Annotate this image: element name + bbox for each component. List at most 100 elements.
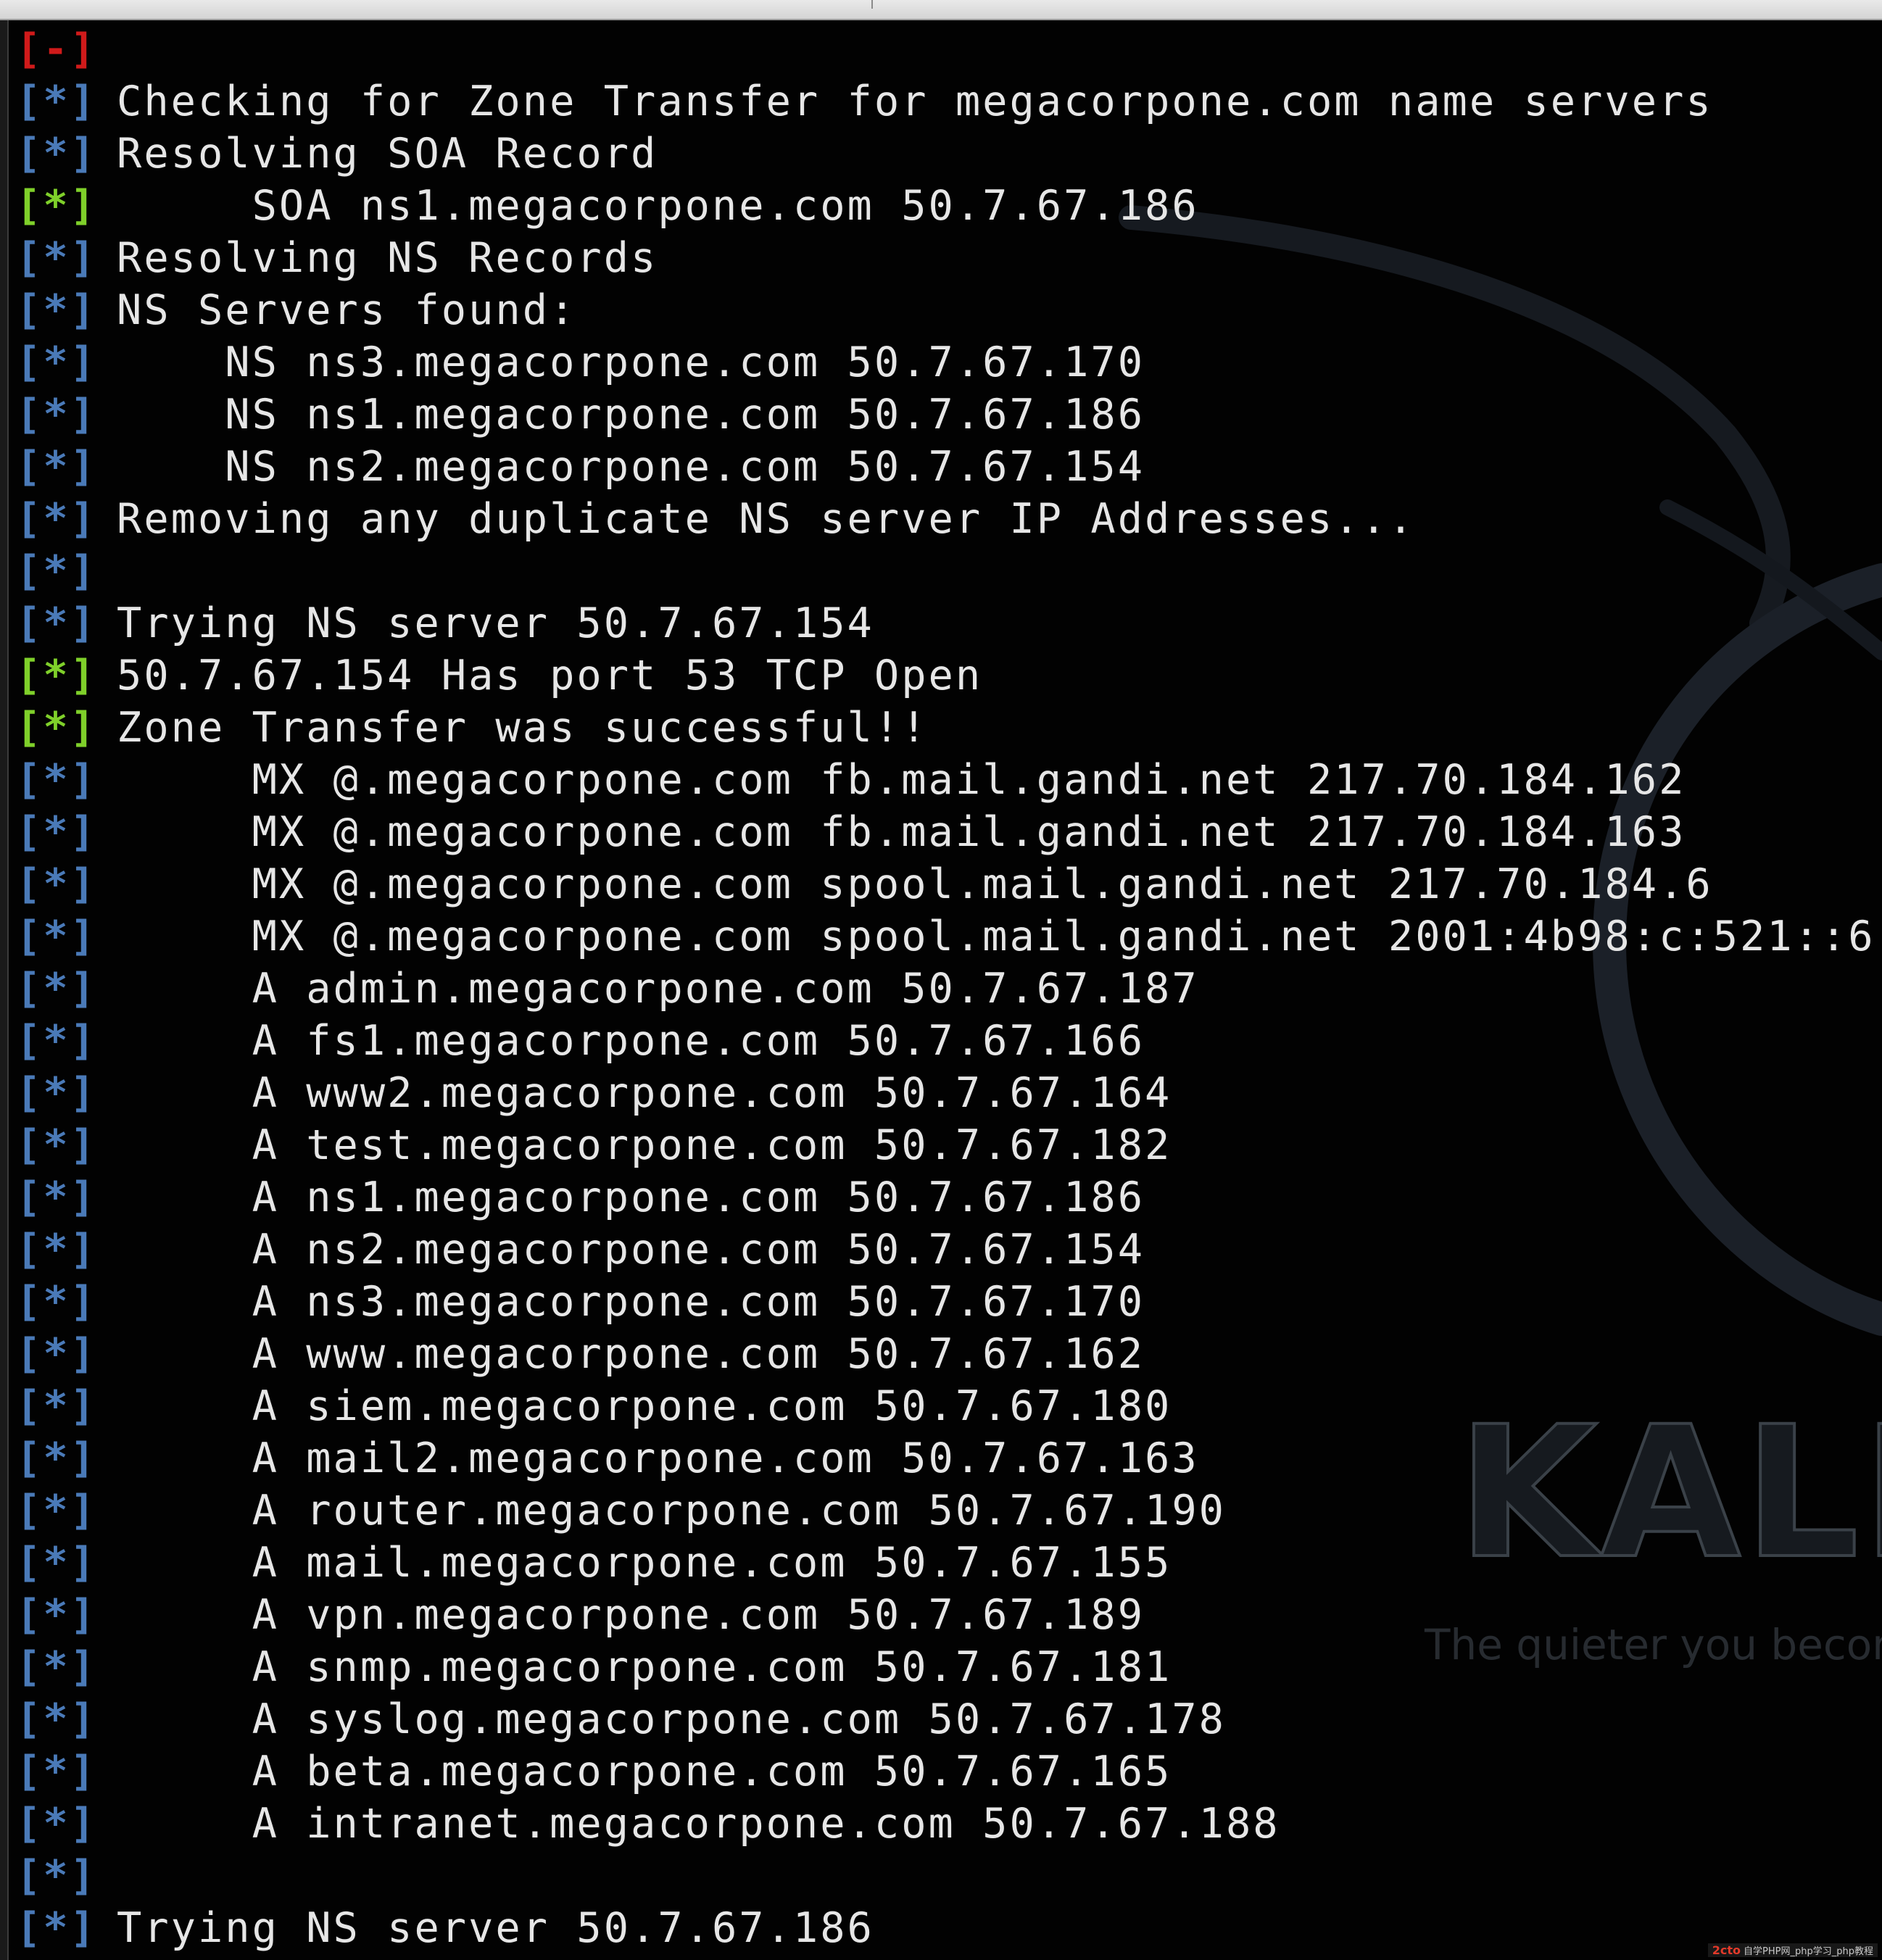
terminal-line: [*] A fs1.megacorpone.com 50.7.67.166 xyxy=(16,1015,1872,1067)
terminal-line: [*] MX @.megacorpone.com fb.mail.gandi.n… xyxy=(16,754,1872,806)
line-text: Trying NS server 50.7.67.154 xyxy=(117,599,874,647)
line-text: NS ns3.megacorpone.com 50.7.67.170 xyxy=(117,339,1145,386)
line-text: A www.megacorpone.com 50.7.67.162 xyxy=(117,1330,1145,1378)
terminal-line: [*] Resolving SOA Record xyxy=(16,128,1872,180)
terminal-line: [*] A ns3.megacorpone.com 50.7.67.170 xyxy=(16,1276,1872,1328)
terminal-line: [*] SOA ns1.megacorpone.com 50.7.67.186 xyxy=(16,180,1872,232)
status-indicator: [*] xyxy=(16,704,97,752)
line-text: A ns2.megacorpone.com 50.7.67.154 xyxy=(117,1226,1145,1274)
line-text: A test.megacorpone.com 50.7.67.182 xyxy=(117,1121,1172,1169)
status-indicator: [*] xyxy=(16,1695,97,1743)
line-text: A beta.megacorpone.com 50.7.67.165 xyxy=(117,1748,1172,1795)
line-text: Resolving NS Records xyxy=(117,234,658,282)
watermark-text: 自学PHP网_php学习_php教程 xyxy=(1744,1946,1873,1957)
status-indicator: [*] xyxy=(16,234,97,282)
status-indicator: [*] xyxy=(16,1852,97,1900)
status-indicator: [*] xyxy=(16,391,97,439)
status-indicator: [*] xyxy=(16,652,97,699)
terminal-line: [*] Trying NS server 50.7.67.186 xyxy=(16,1902,1872,1954)
window-left-border xyxy=(0,20,9,1960)
status-indicator: [*] xyxy=(16,1382,97,1430)
line-text: A ns1.megacorpone.com 50.7.67.186 xyxy=(117,1174,1145,1221)
terminal-line: [*] MX @.megacorpone.com spool.mail.gand… xyxy=(16,910,1872,963)
status-indicator: [*] xyxy=(16,965,97,1013)
terminal-line: [*] A beta.megacorpone.com 50.7.67.165 xyxy=(16,1745,1872,1798)
status-indicator: [*] xyxy=(16,1487,97,1535)
status-indicator: [*] xyxy=(16,1643,97,1691)
line-text: MX @.megacorpone.com spool.mail.gandi.ne… xyxy=(117,860,1713,908)
status-indicator: [*] xyxy=(16,1330,97,1378)
terminal-line: [*] NS ns2.megacorpone.com 50.7.67.154 xyxy=(16,441,1872,493)
status-indicator: [*] xyxy=(16,1539,97,1587)
line-text: A vpn.megacorpone.com 50.7.67.189 xyxy=(117,1591,1145,1639)
line-text: Checking for Zone Transfer for megacorpo… xyxy=(117,78,1713,125)
status-indicator: [*] xyxy=(16,913,97,960)
terminal-line: [*] xyxy=(16,545,1872,597)
terminal-line: [*] NS ns1.megacorpone.com 50.7.67.186 xyxy=(16,389,1872,441)
terminal-line: [*] A test.megacorpone.com 50.7.67.182 xyxy=(16,1119,1872,1171)
line-text: NS Servers found: xyxy=(117,286,577,334)
line-text: NS ns1.megacorpone.com 50.7.67.186 xyxy=(117,391,1145,439)
line-text: A ns3.megacorpone.com 50.7.67.170 xyxy=(117,1278,1145,1326)
status-indicator: [*] xyxy=(16,1748,97,1795)
line-text: SOA ns1.megacorpone.com 50.7.67.186 xyxy=(117,182,1199,230)
status-indicator: [*] xyxy=(16,1174,97,1221)
status-indicator: [*] xyxy=(16,1904,97,1952)
terminal-line: [*] Zone Transfer was successful!! xyxy=(16,702,1872,754)
line-text: MX @.megacorpone.com fb.mail.gandi.net 2… xyxy=(117,756,1686,804)
line-text: A admin.megacorpone.com 50.7.67.187 xyxy=(117,965,1199,1013)
status-indicator: [*] xyxy=(16,495,97,543)
line-text: MX @.megacorpone.com spool.mail.gandi.ne… xyxy=(117,913,1872,960)
line-text: A siem.megacorpone.com 50.7.67.180 xyxy=(117,1382,1172,1430)
line-text: MX @.megacorpone.com fb.mail.gandi.net 2… xyxy=(117,808,1686,856)
terminal-line: [*] A syslog.megacorpone.com 50.7.67.178 xyxy=(16,1693,1872,1745)
site-watermark: 2cto 自学PHP网_php学习_php教程 xyxy=(1707,1943,1878,1957)
line-text: A fs1.megacorpone.com 50.7.67.166 xyxy=(117,1017,1145,1065)
terminal-line: [*] A admin.megacorpone.com 50.7.67.187 xyxy=(16,963,1872,1015)
status-indicator: [*] xyxy=(16,78,97,125)
status-indicator: [*] xyxy=(16,1434,97,1482)
terminal-line: [*] A www2.megacorpone.com 50.7.67.164 xyxy=(16,1067,1872,1119)
terminal-line: [*] A intranet.megacorpone.com 50.7.67.1… xyxy=(16,1798,1872,1850)
line-text: 50.7.67.154 Has port 53 TCP Open xyxy=(117,652,983,699)
status-indicator: [*] xyxy=(16,182,97,230)
status-indicator: [*] xyxy=(16,1017,97,1065)
line-text: NS ns2.megacorpone.com 50.7.67.154 xyxy=(117,443,1145,491)
terminal-line: [*] Checking for Zone Transfer for megaco… xyxy=(16,75,1872,128)
terminal-line: [*] 50.7.67.154 Has port 53 TCP Open xyxy=(16,649,1872,702)
terminal-line: [*] A ns1.megacorpone.com 50.7.67.186 xyxy=(16,1171,1872,1224)
terminal-line: [*] A ns2.megacorpone.com 50.7.67.154 xyxy=(16,1224,1872,1276)
terminal-line: [*] A mail2.megacorpone.com 50.7.67.163 xyxy=(16,1432,1872,1484)
status-indicator: [*] xyxy=(16,860,97,908)
line-text: Removing any duplicate NS server IP Addr… xyxy=(117,495,1416,543)
terminal-line: [*] NS ns3.megacorpone.com 50.7.67.170 xyxy=(16,336,1872,389)
watermark-brand: 2cto xyxy=(1712,1943,1741,1957)
status-indicator: [-] xyxy=(16,25,97,73)
status-indicator: [*] xyxy=(16,1278,97,1326)
terminal-line: [*] A siem.megacorpone.com 50.7.67.180 xyxy=(16,1380,1872,1432)
status-indicator: [*] xyxy=(16,547,97,595)
terminal-line: [*] A vpn.megacorpone.com 50.7.67.189 xyxy=(16,1589,1872,1641)
line-text: A www2.megacorpone.com 50.7.67.164 xyxy=(117,1069,1172,1117)
terminal-line: [*] Trying NS server 50.7.67.154 xyxy=(16,597,1872,649)
line-text: A mail.megacorpone.com 50.7.67.155 xyxy=(117,1539,1172,1587)
terminal-line: [*] MX @.megacorpone.com spool.mail.gand… xyxy=(16,858,1872,910)
terminal-line: [*] A router.megacorpone.com 50.7.67.190 xyxy=(16,1484,1872,1537)
terminal-output[interactable]: [-] [*] Checking for Zone Transfer for meg… xyxy=(16,23,1872,1960)
terminal-line: [*] xyxy=(16,1850,1872,1902)
line-text: A syslog.megacorpone.com 50.7.67.178 xyxy=(117,1695,1226,1743)
status-indicator: [*] xyxy=(16,1121,97,1169)
status-indicator: [*] xyxy=(16,1800,97,1848)
status-indicator: [*] xyxy=(16,808,97,856)
terminal-line: [-] xyxy=(16,23,1872,75)
line-text: Zone Transfer was successful!! xyxy=(117,704,929,752)
terminal-line: [*] A www.megacorpone.com 50.7.67.162 xyxy=(16,1328,1872,1380)
line-text: A mail2.megacorpone.com 50.7.67.163 xyxy=(117,1434,1199,1482)
status-indicator: [*] xyxy=(16,339,97,386)
terminal-line: [*] MX @.megacorpone.com fb.mail.gandi.n… xyxy=(16,806,1872,858)
status-indicator: [*] xyxy=(16,1591,97,1639)
terminal-line: [*] A mail.megacorpone.com 50.7.67.155 xyxy=(16,1537,1872,1589)
status-indicator: [*] xyxy=(16,286,97,334)
line-text: Resolving SOA Record xyxy=(117,130,658,178)
status-indicator: [*] xyxy=(16,1226,97,1274)
